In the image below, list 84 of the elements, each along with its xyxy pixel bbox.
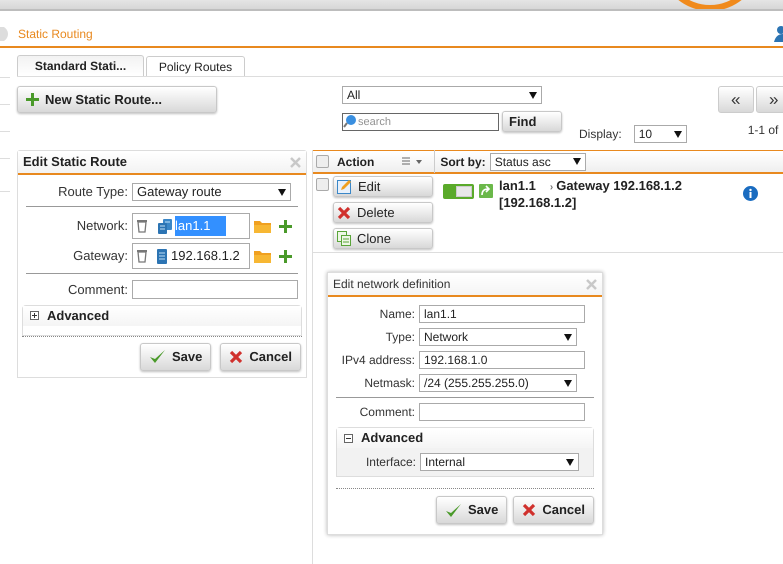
clone-button[interactable]: Clone (333, 228, 433, 249)
copy-icon (337, 231, 351, 246)
collapse-icon (344, 434, 353, 442)
folder-icon (254, 220, 271, 232)
field-label: Name: (378, 306, 415, 323)
route-detail: [192.168.1.2] (499, 195, 578, 210)
new-route-button[interactable]: New Static Route... (17, 86, 217, 113)
dropdown-arrow-icon (564, 380, 572, 386)
sort-select[interactable]: Status asc (490, 152, 586, 170)
field-label: IPv4 address: (340, 352, 415, 369)
dropdown-arrow-icon (529, 92, 537, 98)
dropdown-arrow-icon (564, 334, 572, 340)
comment-field[interactable] (419, 403, 585, 421)
pencil-icon (337, 179, 352, 194)
previous-button[interactable]: « (718, 86, 754, 113)
sort-label: Sort by: (440, 154, 486, 170)
find-button[interactable]: Find (502, 111, 562, 132)
folder-icon (254, 250, 271, 262)
page-size-select[interactable]: 10 (634, 125, 687, 143)
server-icon (157, 248, 167, 264)
dropdown-arrow-icon (278, 188, 286, 196)
cross-icon (337, 206, 351, 220)
save-button[interactable]: Save (140, 342, 212, 370)
interface-select[interactable]: Internal (420, 453, 579, 471)
list-menu-icon (402, 157, 424, 166)
field-label: Type: (384, 329, 415, 346)
next-button[interactable]: » (756, 86, 783, 113)
search-icon (343, 114, 357, 128)
display-label: Display: (579, 126, 622, 143)
trash-icon (137, 249, 147, 263)
route-target: Gateway 192.168.1.2 (556, 178, 682, 193)
dropdown-select[interactable]: Network (419, 328, 577, 346)
page-title: Static Routing (18, 26, 93, 43)
text-field[interactable]: lan1.1 (419, 305, 585, 323)
comment-field[interactable] (132, 280, 298, 300)
filter-select[interactable]: All (342, 86, 542, 104)
check-icon (444, 502, 462, 518)
server-icon (157, 218, 173, 234)
field-label: Network: (76, 217, 128, 236)
close-icon (586, 278, 597, 290)
row-checkbox[interactable] (316, 178, 329, 191)
plus-icon (279, 220, 292, 232)
check-icon (148, 349, 166, 364)
panel-title: Edit Static Route (23, 153, 128, 172)
field-label: Comment: (358, 404, 415, 421)
column-header: Action (337, 154, 374, 170)
route-type-select[interactable]: Gateway route (132, 183, 291, 201)
dialog-title: Edit network definition (333, 276, 450, 293)
info-icon (743, 186, 758, 201)
plus-icon (26, 93, 39, 106)
tab[interactable]: Policy Routes (146, 56, 245, 76)
save-button[interactable]: Save (436, 496, 508, 524)
dropdown-select[interactable]: /24 (255.255.255.0) (419, 374, 577, 392)
field-label: Interface: (364, 454, 416, 471)
user-icon (774, 26, 783, 42)
tab[interactable]: Standard Stati... (17, 55, 144, 76)
cancel-button[interactable]: Cancel (513, 496, 594, 524)
trash-icon (137, 219, 147, 233)
field-label: Gateway: (72, 247, 128, 266)
object-value: 192.168.1.2 (171, 247, 240, 266)
field-label: Route Type: (57, 183, 128, 202)
page-range: 1-1 of (748, 122, 780, 139)
search-field[interactable]: search (342, 113, 499, 131)
edit-button[interactable]: Edit (333, 176, 433, 197)
forward-arrow-icon (479, 184, 493, 198)
field-label: Comment: (67, 281, 128, 299)
plus-icon (279, 250, 292, 262)
delete-button[interactable]: Delete (333, 202, 433, 223)
text-field[interactable]: 192.168.1.0 (419, 351, 585, 369)
dropdown-arrow-icon (674, 130, 682, 138)
close-icon (290, 156, 301, 168)
field-label: Netmask: (363, 375, 415, 392)
cross-icon (229, 350, 244, 364)
dropdown-arrow-icon (566, 458, 574, 466)
cancel-button[interactable]: Cancel (220, 342, 301, 370)
expand-icon (30, 311, 39, 320)
status-toggle[interactable] (443, 184, 474, 199)
object-value: lan1.1 (175, 216, 226, 236)
chevron-text: › (550, 181, 554, 195)
select-all-checkbox[interactable] (316, 155, 329, 168)
route-name: lan1.1 (499, 178, 536, 193)
object-field[interactable]: 192.168.1.2 (132, 243, 250, 269)
dropdown-arrow-icon (572, 158, 581, 165)
cross-icon (522, 503, 536, 517)
